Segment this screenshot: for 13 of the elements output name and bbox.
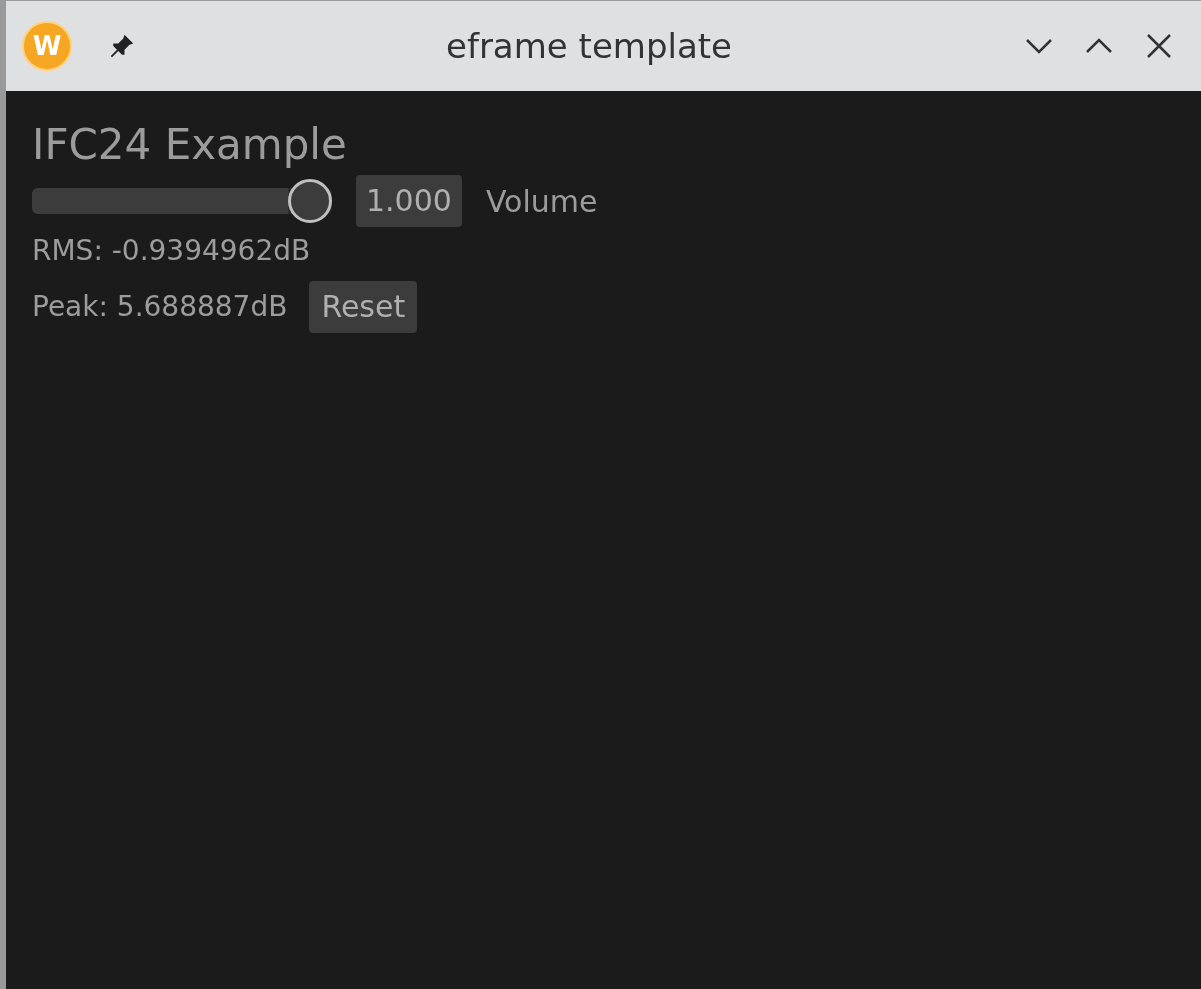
volume-label: Volume bbox=[485, 182, 598, 221]
volume-value-field[interactable]: 1.000 bbox=[356, 175, 462, 227]
close-icon bbox=[1145, 32, 1173, 60]
slider-thumb[interactable] bbox=[288, 179, 332, 223]
chevron-up-icon bbox=[1084, 37, 1114, 55]
peak-reading: Peak: 5.688887dB bbox=[32, 289, 288, 325]
window-title: eframe template bbox=[446, 24, 733, 68]
chevron-down-icon bbox=[1024, 37, 1054, 55]
volume-slider[interactable] bbox=[32, 179, 332, 223]
reset-button[interactable]: Reset bbox=[309, 281, 418, 333]
rms-reading: RMS: -0.9394962dB bbox=[32, 233, 312, 269]
heading: IFC24 Example bbox=[32, 119, 348, 171]
app-logo: W bbox=[22, 21, 72, 71]
